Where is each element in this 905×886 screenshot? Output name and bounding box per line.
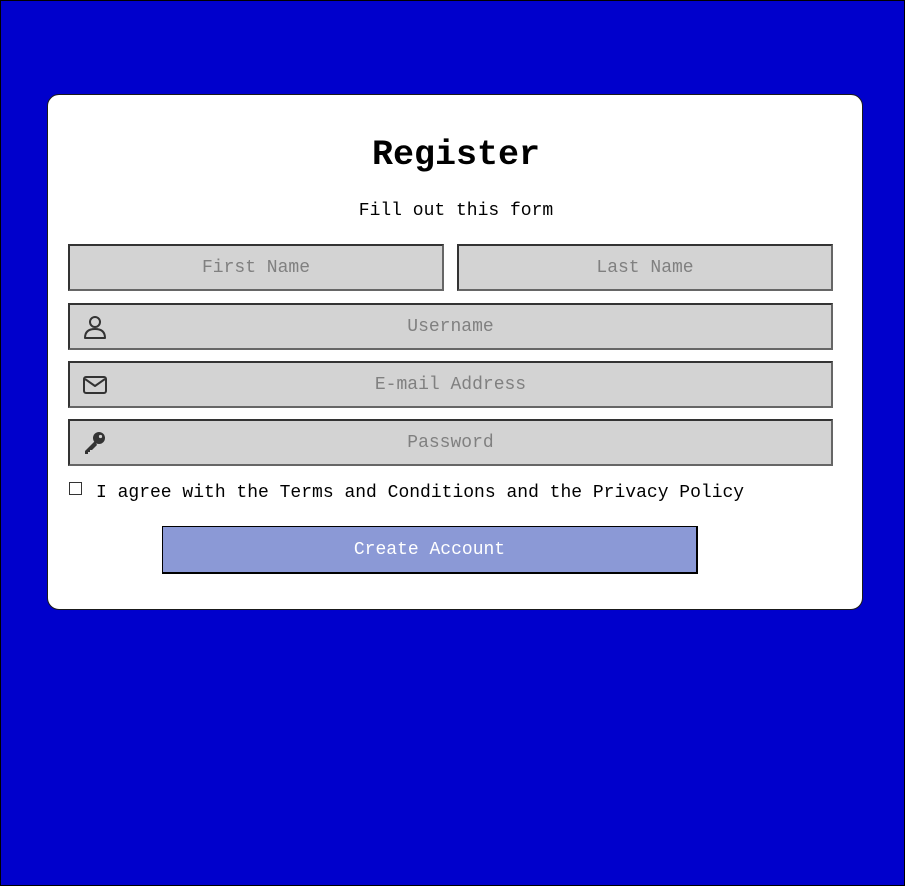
- agree-label: I agree with the Terms and Conditions an…: [96, 483, 745, 503]
- user-icon: [84, 316, 106, 339]
- envelope-icon: [83, 376, 107, 394]
- agree-row: I agree with the Terms and Conditions an…: [68, 479, 744, 503]
- password-field[interactable]: [68, 419, 833, 466]
- password-input[interactable]: [70, 421, 831, 464]
- register-card: Register Fill out this form I agree with…: [47, 94, 863, 610]
- first-name-field[interactable]: [68, 244, 444, 291]
- first-name-input[interactable]: [70, 246, 442, 289]
- last-name-field[interactable]: [457, 244, 833, 291]
- last-name-input[interactable]: [459, 246, 831, 289]
- email-field[interactable]: [68, 361, 833, 408]
- form-subtitle: Fill out this form: [358, 201, 554, 221]
- create-account-button[interactable]: Create Account: [162, 526, 698, 574]
- form-title: Register: [371, 135, 541, 175]
- username-field[interactable]: [68, 303, 833, 350]
- agree-checkbox[interactable]: [69, 481, 82, 495]
- username-input[interactable]: [70, 305, 831, 348]
- key-icon: [85, 432, 105, 454]
- email-input[interactable]: [70, 363, 831, 406]
